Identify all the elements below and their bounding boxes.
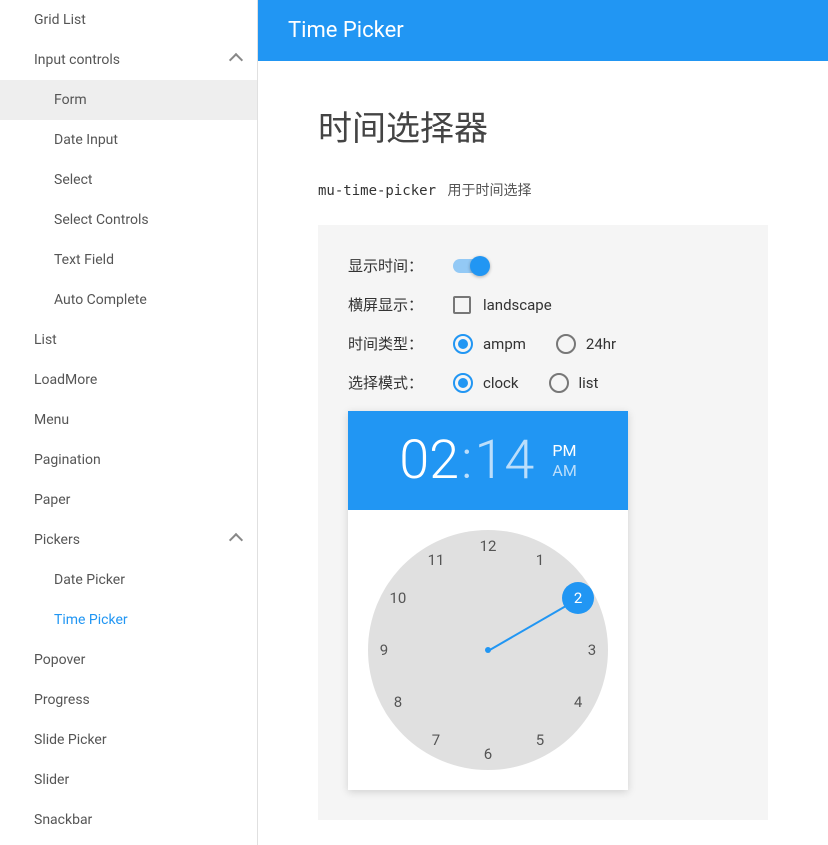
landscape-label: 横屏显示： — [348, 294, 453, 315]
nav-item-snackbar[interactable]: Snackbar — [0, 800, 257, 840]
nav-item-slide-picker[interactable]: Slide Picker — [0, 720, 257, 760]
time-display: 02 : 14 PM AM — [348, 411, 628, 510]
radio-icon — [453, 373, 473, 393]
clock-face[interactable]: 12 12 3 45678 9 1011 — [368, 530, 608, 770]
radio-icon — [453, 334, 473, 354]
clock-hour-3[interactable]: 3 — [576, 634, 608, 666]
page-description: mu-time-picker 用于时间选择 — [318, 180, 768, 200]
nav-item-label: Popover — [34, 652, 85, 668]
clock-hour-2[interactable]: 2 — [562, 582, 594, 614]
nav-item-input-controls[interactable]: Input controls — [0, 40, 257, 80]
nav-item-stepper[interactable]: Stepper — [0, 840, 257, 845]
nav-item-date-picker[interactable]: Date Picker — [0, 560, 257, 600]
page-title: Time Picker — [288, 18, 404, 43]
time-picker: 02 : 14 PM AM 12123456789101 — [348, 411, 628, 790]
nav-item-label: Pagination — [34, 452, 101, 468]
landscape-checkbox[interactable] — [453, 296, 471, 314]
sidebar: Grid List Input controls Form Date Input Sel… — [0, 0, 258, 845]
nav-item-label: Snackbar — [34, 812, 92, 828]
clock-hour-5[interactable]: 5 — [524, 724, 556, 756]
clock-hour-11[interactable]: 11 — [420, 544, 452, 576]
time-pm[interactable]: PM — [552, 441, 576, 460]
nav-item-label: Grid List — [34, 12, 86, 28]
select-mode-label: 选择模式： — [348, 372, 453, 393]
nav-item-label: Paper — [34, 492, 70, 508]
time-type-ampm[interactable]: ampm — [453, 334, 526, 354]
clock-hour-9[interactable]: 9 — [368, 634, 400, 666]
time-type-24hr[interactable]: 24hr — [556, 334, 616, 354]
nav-item-label: Input controls — [34, 52, 120, 68]
landscape-opt: landscape — [483, 296, 552, 314]
nav-item-label: Auto Complete — [54, 292, 147, 308]
nav-item-grid-list[interactable]: Grid List — [0, 0, 257, 40]
nav-item-label: List — [34, 332, 57, 348]
select-mode-clock[interactable]: clock — [453, 373, 519, 393]
page-heading: 时间选择器 — [318, 101, 768, 150]
time-type-label: 时间类型： — [348, 333, 453, 354]
chevron-up-icon — [229, 533, 243, 547]
nav-item-date-input[interactable]: Date Input — [0, 120, 257, 160]
nav-item-form[interactable]: Form — [0, 80, 257, 120]
nav-item-label: Date Input — [54, 132, 118, 148]
nav-item-label: Form — [54, 92, 87, 108]
nav-item-label: Slide Picker — [34, 732, 107, 748]
nav-item-label: Menu — [34, 412, 69, 428]
app-header: Time Picker — [258, 0, 828, 61]
nav-item-label: Pickers — [34, 532, 80, 548]
nav-item-select-controls[interactable]: Select Controls — [0, 200, 257, 240]
radio-icon — [549, 373, 569, 393]
nav-item-progress[interactable]: Progress — [0, 680, 257, 720]
clock-hour-4[interactable]: 4 — [562, 686, 594, 718]
show-time-label: 显示时间： — [348, 255, 453, 276]
chevron-up-icon — [229, 53, 243, 67]
nav-item-list[interactable]: List — [0, 320, 257, 360]
nav-item-pagination[interactable]: Pagination — [0, 440, 257, 480]
clock-hand — [488, 604, 569, 652]
clock-hour-6[interactable]: 6 — [472, 738, 504, 770]
nav-item-paper[interactable]: Paper — [0, 480, 257, 520]
nav-item-label: Progress — [34, 692, 90, 708]
nav-item-pickers[interactable]: Pickers — [0, 520, 257, 560]
nav-item-label: Date Picker — [54, 572, 125, 588]
component-desc: 用于时间选择 — [448, 183, 532, 199]
radio-icon — [556, 334, 576, 354]
nav-item-label: Select Controls — [54, 212, 149, 228]
nav-item-menu[interactable]: Menu — [0, 400, 257, 440]
time-separator: : — [461, 429, 472, 492]
select-mode-list[interactable]: list — [549, 373, 599, 393]
component-code: mu-time-picker — [318, 183, 436, 199]
nav-item-time-picker[interactable]: Time Picker — [0, 600, 257, 640]
nav-item-label: Text Field — [54, 252, 114, 268]
nav-item-label: Time Picker — [54, 612, 128, 628]
time-minutes[interactable]: 14 — [474, 429, 534, 492]
nav-item-auto-complete[interactable]: Auto Complete — [0, 280, 257, 320]
clock-hour-10[interactable]: 10 — [382, 582, 414, 614]
nav-item-label: Select — [54, 172, 92, 188]
time-am[interactable]: AM — [552, 461, 576, 480]
clock-hour-1[interactable]: 1 — [524, 544, 556, 576]
nav-item-label: LoadMore — [34, 372, 97, 388]
clock-hour-12[interactable]: 12 — [472, 530, 504, 562]
clock-hour-7[interactable]: 7 — [420, 724, 452, 756]
time-hours[interactable]: 02 — [399, 429, 459, 492]
clock-hour-8[interactable]: 8 — [382, 686, 414, 718]
nav-item-popover[interactable]: Popover — [0, 640, 257, 680]
nav-item-label: Slider — [34, 772, 69, 788]
demo-panel: 显示时间： 横屏显示： landscape 时间类型： ampm — [318, 225, 768, 820]
nav-item-slider[interactable]: Slider — [0, 760, 257, 800]
nav-item-text-field[interactable]: Text Field — [0, 240, 257, 280]
nav-item-select[interactable]: Select — [0, 160, 257, 200]
show-time-switch[interactable] — [453, 259, 487, 273]
nav-item-loadmore[interactable]: LoadMore — [0, 360, 257, 400]
